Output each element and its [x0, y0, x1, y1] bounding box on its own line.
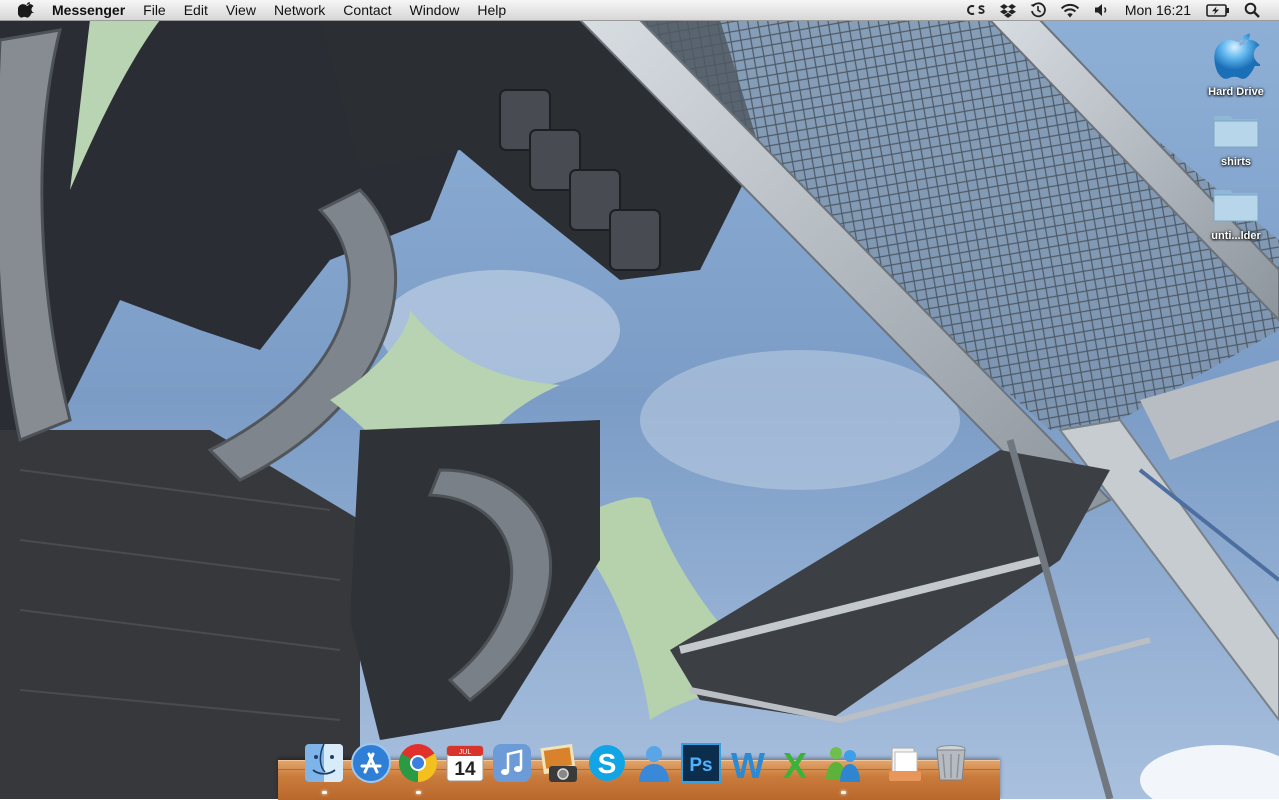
- desktop-wallpaper: [0, 0, 1279, 799]
- svg-text:S: S: [597, 748, 616, 779]
- chrome-icon: [398, 744, 438, 783]
- dock-iphoto[interactable]: [538, 741, 582, 785]
- menu-app-name[interactable]: Messenger: [48, 0, 134, 21]
- running-indicator: [840, 791, 846, 794]
- menu-contact[interactable]: Contact: [334, 0, 400, 21]
- word-icon: W: [731, 745, 765, 784]
- menu-network[interactable]: Network: [265, 0, 334, 21]
- folder-icon: [1213, 116, 1259, 148]
- word-label: W: [731, 745, 765, 784]
- itunes-icon: [493, 744, 532, 782]
- dock-documents-stack[interactable]: [882, 741, 926, 785]
- dock-itunes[interactable]: [490, 741, 534, 785]
- hard-drive-icon: [1214, 33, 1265, 79]
- dock-word[interactable]: W: [726, 741, 770, 785]
- running-indicator: [321, 791, 327, 794]
- menu-view[interactable]: View: [217, 0, 265, 21]
- dock-ical[interactable]: JUL 14: [443, 741, 487, 785]
- folder-icon: [1213, 190, 1259, 222]
- documents-stack-icon: [888, 747, 921, 781]
- dock-chrome[interactable]: [396, 741, 440, 794]
- running-indicator: [415, 791, 421, 794]
- messenger-icon: [825, 747, 860, 782]
- dock-excel[interactable]: X: [773, 741, 817, 785]
- battery-icon[interactable]: [1206, 0, 1230, 21]
- finder-icon: [304, 743, 343, 782]
- trash-icon: [936, 745, 966, 781]
- menu-help[interactable]: Help: [468, 0, 515, 21]
- dock: JUL 14 S Ps W X: [300, 735, 975, 794]
- spotlight-icon[interactable]: [1244, 0, 1260, 21]
- menu-file[interactable]: File: [134, 0, 175, 21]
- dock-messenger[interactable]: [821, 741, 865, 794]
- dock-ichat[interactable]: [632, 741, 676, 785]
- time-machine-icon[interactable]: [1030, 0, 1046, 21]
- menu-clock[interactable]: Mon 16:21: [1125, 2, 1191, 18]
- dock-finder[interactable]: [302, 741, 346, 794]
- photoshop-label: Ps: [689, 755, 712, 776]
- excel-icon: X: [783, 745, 807, 784]
- menu-edit[interactable]: Edit: [175, 0, 217, 21]
- dock-photoshop[interactable]: Ps: [679, 741, 723, 785]
- ichat-icon: [638, 746, 669, 782]
- app-store-icon: [350, 743, 391, 783]
- desktop-icon-label: unti...lder: [1211, 230, 1261, 242]
- desktop-icon-untitled-folder[interactable]: unti...lder: [1204, 184, 1268, 242]
- calendar-icon: JUL 14: [446, 745, 484, 782]
- dock-skype[interactable]: S: [585, 741, 629, 785]
- desktop-icon-shirts[interactable]: shirts: [1204, 110, 1268, 168]
- menu-bar: Messenger File Edit View Network Contact…: [0, 0, 1279, 21]
- cs5-icon[interactable]: [966, 0, 986, 21]
- photoshop-icon: Ps: [681, 743, 722, 783]
- desktop-icon-label: Hard Drive: [1208, 86, 1264, 98]
- iphoto-icon: [539, 743, 577, 782]
- dropbox-icon[interactable]: [999, 0, 1016, 21]
- desktop-icon-hard-drive[interactable]: Hard Drive: [1204, 30, 1268, 98]
- skype-icon: S: [588, 745, 625, 781]
- wifi-icon[interactable]: [1060, 0, 1080, 21]
- calendar-month: JUL: [459, 749, 472, 756]
- dock-app-store[interactable]: [349, 741, 393, 785]
- calendar-day: 14: [455, 759, 477, 780]
- desktop-icon-label: shirts: [1221, 156, 1251, 168]
- volume-icon[interactable]: [1094, 0, 1110, 21]
- apple-menu-icon[interactable]: [18, 1, 36, 19]
- menu-window[interactable]: Window: [401, 0, 469, 21]
- excel-label: X: [783, 745, 807, 784]
- dock-trash[interactable]: [929, 741, 973, 785]
